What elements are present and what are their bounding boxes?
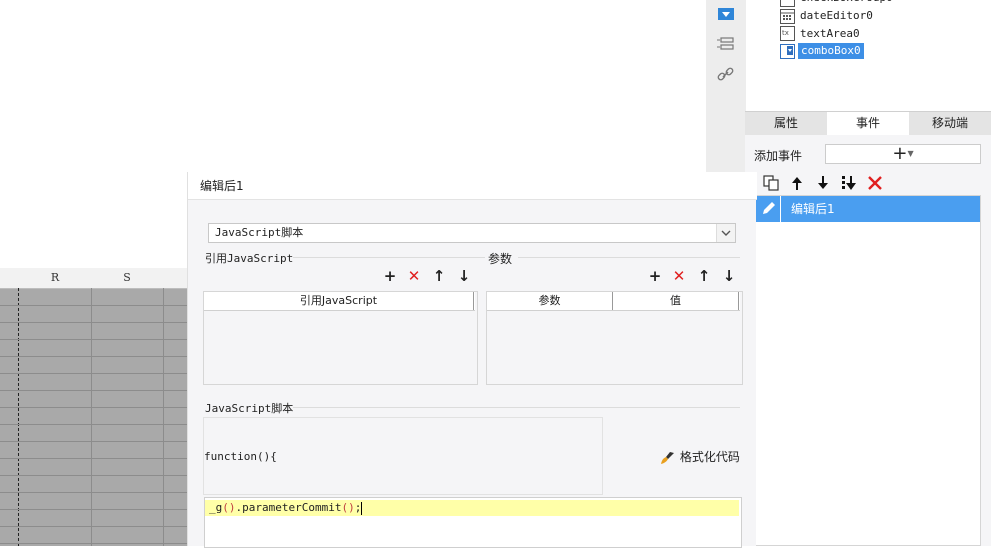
link-icon[interactable]	[716, 66, 736, 84]
divider	[518, 257, 740, 258]
move-bottom-icon[interactable]	[840, 174, 858, 192]
grid-line	[0, 356, 187, 357]
dialog-title: 编辑后1	[188, 172, 757, 200]
ref-js-section-label: 引用JavaScript	[205, 252, 294, 265]
events-panel: 添加事件 +▼ 编辑后1	[745, 135, 991, 546]
list-item[interactable]: 编辑后1	[756, 196, 980, 222]
list-widget-icon[interactable]	[716, 36, 736, 54]
param-name-column-header[interactable]: 参数	[487, 292, 613, 310]
grid-line	[0, 373, 187, 374]
event-item-label: 编辑后1	[791, 202, 835, 216]
delete-ref-icon[interactable]: ✕	[406, 268, 422, 284]
column-header-s[interactable]: S	[91, 268, 164, 289]
move-down-ref-icon[interactable]: ↓	[456, 268, 472, 284]
delete-icon[interactable]	[866, 174, 884, 192]
ref-js-table[interactable]: 引用JavaScript	[203, 291, 478, 385]
property-tabs: 属性 事件 移动端	[745, 111, 991, 135]
params-section-label: 参数	[488, 252, 513, 266]
grid-line	[91, 288, 92, 546]
spreadsheet-grid[interactable]: R S	[0, 268, 187, 546]
component-toolbar-strip	[706, 0, 746, 172]
brush-icon	[660, 451, 676, 465]
grid-line	[0, 543, 187, 544]
grid-line	[0, 424, 187, 425]
divider	[293, 257, 485, 258]
checkbox-group-icon	[780, 0, 795, 7]
grid-line	[0, 458, 187, 459]
function-signature: function(){	[204, 450, 277, 463]
page-break-line	[18, 288, 19, 546]
tree-item-checkboxgroup[interactable]: checkBoxGroup0	[800, 0, 893, 6]
code-editor[interactable]: _g().parameterCommit();	[204, 497, 742, 548]
add-event-label: 添加事件	[754, 149, 803, 163]
copy-icon[interactable]	[762, 174, 780, 192]
params-table-header: 参数 值	[487, 292, 740, 311]
format-code-label: 格式化代码	[679, 450, 740, 464]
ref-js-table-header: 引用JavaScript	[204, 292, 475, 311]
move-up-param-icon[interactable]: ↑	[696, 268, 712, 284]
code-token: _g	[209, 501, 223, 514]
delete-param-icon[interactable]: ✕	[671, 268, 687, 284]
grid-line	[0, 322, 187, 323]
code-token: .parameterCommit	[235, 501, 342, 514]
event-editor-dialog: 编辑后1 JavaScript脚本 引用JavaScript + ✕ ↑ ↓ 引…	[187, 172, 757, 548]
grid-line	[0, 475, 187, 476]
grid-line	[0, 526, 187, 527]
params-table[interactable]: 参数 值	[486, 291, 743, 385]
divider	[293, 407, 740, 408]
svg-text:tx: tx	[782, 29, 789, 37]
grid-line	[0, 339, 187, 340]
grid-line	[0, 441, 187, 442]
code-token: ()	[222, 501, 236, 514]
column-header-r[interactable]: R	[19, 268, 92, 289]
combobox-icon	[780, 44, 795, 59]
grid-line	[163, 288, 164, 546]
code-line[interactable]: _g().parameterCommit();	[205, 500, 739, 516]
column-header-next[interactable]	[163, 268, 187, 289]
function-header-box: function(){	[203, 417, 603, 495]
format-code-button[interactable]: 格式化代码	[660, 448, 740, 465]
chevron-down-icon[interactable]	[716, 224, 735, 242]
tree-item-dateeditor[interactable]: dateEditor0	[800, 8, 873, 24]
grid-line	[0, 509, 187, 510]
tab-mobile[interactable]: 移动端	[909, 112, 991, 135]
grid-line	[0, 305, 187, 306]
event-list: 编辑后1	[755, 195, 981, 546]
param-value-column-header[interactable]: 值	[613, 292, 739, 310]
move-up-icon[interactable]	[788, 174, 806, 192]
script-section-label: JavaScript脚本	[205, 402, 294, 415]
move-up-ref-icon[interactable]: ↑	[431, 268, 447, 284]
add-event-button[interactable]: +▼	[825, 144, 981, 164]
code-token: ;	[354, 501, 362, 514]
corner-cell	[0, 268, 20, 289]
code-token: ()	[341, 501, 355, 514]
ref-js-column-header[interactable]: 引用JavaScript	[204, 292, 474, 310]
grid-line	[0, 492, 187, 493]
add-ref-icon[interactable]: +	[382, 268, 398, 284]
text-cursor	[361, 501, 363, 515]
plus-icon: +	[892, 143, 908, 164]
script-type-select[interactable]: JavaScript脚本	[208, 223, 736, 243]
tab-events[interactable]: 事件	[827, 112, 909, 135]
tree-item-textarea[interactable]: textArea0	[800, 26, 860, 42]
text-area-icon: tx	[780, 26, 795, 41]
tree-item-combobox[interactable]: comboBox0	[798, 43, 864, 59]
tab-properties[interactable]: 属性	[745, 112, 827, 135]
edit-icon	[756, 196, 781, 222]
widget-tree: checkBoxGroup0 dateEditor0 tx textArea0 …	[780, 0, 980, 62]
grid-line	[0, 390, 187, 391]
calendar-icon	[780, 9, 795, 24]
move-down-icon[interactable]	[814, 174, 832, 192]
add-param-icon[interactable]: +	[647, 268, 663, 284]
grid-line	[0, 407, 187, 408]
script-type-value: JavaScript脚本	[215, 226, 304, 239]
chevron-down-icon: ▼	[907, 149, 914, 158]
combobox-widget-icon[interactable]	[716, 6, 736, 24]
move-down-param-icon[interactable]: ↓	[721, 268, 737, 284]
